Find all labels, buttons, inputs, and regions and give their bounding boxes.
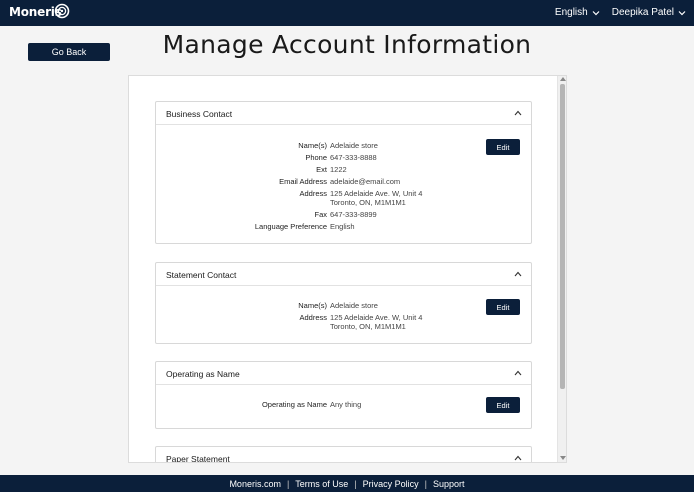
field-value: 1222 [330,165,347,174]
paper-statement-header[interactable]: Paper Statement [156,447,531,463]
chevron-up-icon[interactable] [514,271,522,277]
scroll-up-arrow-icon[interactable] [560,77,566,81]
field-value: 125 Adelaide Ave. W, Unit 4 [330,189,423,198]
field-label: Name(s) [298,301,327,310]
user-menu[interactable]: Deepika Patel [612,7,686,18]
operating-as-name-header[interactable]: Operating as Name [156,362,531,385]
field-value: Adelaide store [330,301,378,310]
field-value: English [330,222,355,231]
field-value: Adelaide store [330,141,378,150]
footer-separator: | [354,478,357,489]
field-value: 647-333-8888 [330,153,377,162]
field-label: Ext [316,165,327,174]
field-name: Name(s) Adelaide store [156,141,533,150]
field-value: 125 Adelaide Ave. W, Unit 4 [330,313,423,322]
field-value: Any thing [330,400,362,409]
chevron-up-icon[interactable] [514,455,522,461]
chevron-up-icon[interactable] [514,110,522,116]
footer-link-terms[interactable]: Terms of Use [295,479,348,489]
footer-separator: | [424,478,428,489]
section-title: Business Contact [166,109,233,119]
field-label: Address [299,313,327,322]
field-language-preference: Language Preference English [156,222,533,231]
field-value: Toronto, ON, M1M1M1 [330,322,406,331]
section-title: Paper Statement [166,454,230,463]
field-address: Address 125 Adelaide Ave. W, Unit 4 Toro… [156,189,533,208]
footer-link-support[interactable]: Support [433,479,465,489]
field-fax: Fax 647-333-8899 [156,210,533,219]
field-name: Name(s) Adelaide store [156,301,533,310]
field-label: Address [299,189,327,198]
field-value: adelaide@email.com [330,177,401,186]
footer: Moneris.com | Terms of Use | Privacy Pol… [0,475,694,492]
paper-statement-card: Paper Statement [155,446,532,463]
scroll-thumb[interactable] [560,84,565,389]
field-label: Name(s) [298,141,327,150]
field-label: Language Preference [254,222,327,231]
business-contact-header[interactable]: Business Contact [156,102,531,125]
vertical-scrollbar[interactable] [557,76,566,462]
field-address: Address 125 Adelaide Ave. W, Unit 4 Toro… [156,313,533,332]
field-email: Email Address adelaide@email.com [156,177,533,186]
chevron-down-icon [678,10,686,15]
moneris-logo-mark-icon [54,3,70,19]
user-name: Deepika Patel [611,7,674,18]
field-label: Phone [305,153,327,162]
field-label: Fax [314,210,327,219]
scroll-down-arrow-icon[interactable] [560,456,566,460]
footer-link-moneris[interactable]: Moneris.com [229,479,281,489]
field-operating-as-name: Operating as Name Any thing [156,400,533,409]
account-info-scroll-panel[interactable]: Business Contact Edit Name(s) Adelaide s… [128,75,567,463]
chevron-down-icon [592,10,600,15]
field-ext: Ext 1222 [156,165,533,174]
field-phone: Phone 647-333-8888 [156,153,533,162]
operating-as-name-card: Operating as Name Edit Operating as Name… [155,361,532,429]
field-value: Toronto, ON, M1M1M1 [330,198,406,207]
footer-separator: | [286,478,290,489]
page-title: Manage Account Information [162,30,532,59]
statement-contact-card: Statement Contact Edit Name(s) Adelaide … [155,262,532,344]
section-title: Statement Contact [166,270,237,280]
statement-contact-header[interactable]: Statement Contact [156,263,531,286]
chevron-up-icon[interactable] [514,370,522,376]
field-label: Operating as Name [261,400,327,409]
language-selector[interactable]: English [555,7,600,18]
business-contact-card: Business Contact Edit Name(s) Adelaide s… [155,101,532,244]
field-label: Email Address [279,177,327,186]
footer-link-privacy[interactable]: Privacy Policy [363,479,419,489]
field-value: 647-333-8899 [330,210,377,219]
section-title: Operating as Name [166,369,240,379]
language-label: English [554,7,588,18]
top-navigation-bar: Moneris English Deepika Patel [0,0,694,26]
